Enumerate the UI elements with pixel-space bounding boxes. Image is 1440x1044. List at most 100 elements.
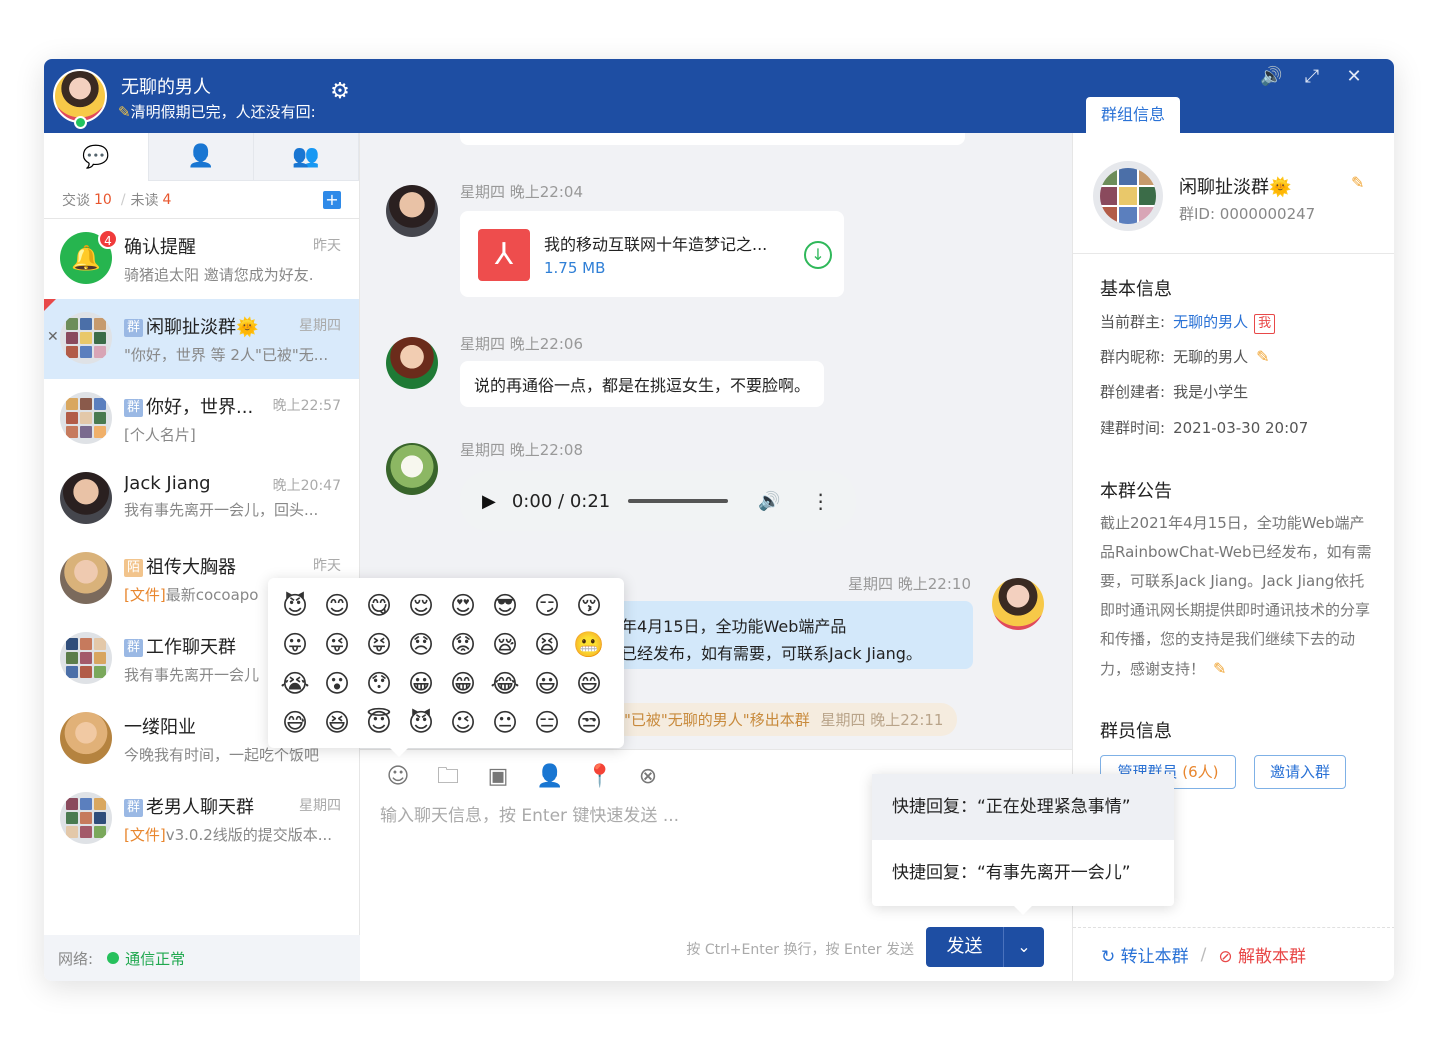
audio-player[interactable]: ▶ 0:00 / 0:21 🔊 ⋮ (460, 471, 856, 531)
emoji-item[interactable]: 😍 (442, 586, 484, 625)
emoji-item[interactable]: 😞 (400, 625, 442, 664)
network-label: 网络: (58, 949, 94, 968)
list-item[interactable]: 🔔 4 确认提醒 昨天 骑猪追太阳 邀请您成为好友. (44, 219, 359, 299)
edit-nick-icon[interactable]: ✎ (1256, 347, 1269, 366)
emoji-item[interactable]: 😈 (274, 586, 316, 625)
emoji-picker: 😈 😊 😋 😌 😍 😎 😏 😚 😛 😜 😝 😞 😟 😪 😫 😬 😭 😮 😯 😀 😁 😂 😃 😄 😅 😆 😇 😈 😉 😐 😑 😒 (268, 578, 624, 757)
avatar[interactable] (386, 337, 438, 389)
quick-reply-item[interactable]: 快捷回复：“正在处理紧急事情” (872, 774, 1174, 840)
emoji-item[interactable]: 😛 (274, 625, 316, 664)
emoji-item[interactable]: 😝 (358, 625, 400, 664)
emoji-item[interactable]: 😊 (316, 586, 358, 625)
emoji-item[interactable]: 😃 (526, 664, 568, 703)
emoji-item[interactable]: 😌 (400, 586, 442, 625)
owner-link[interactable]: 无聊的男人 (1173, 313, 1248, 331)
avatar[interactable] (386, 443, 438, 495)
tab-group-info[interactable]: 群组信息 (1086, 97, 1180, 133)
conversation-title: Jack Jiang (124, 473, 211, 494)
emoji-item[interactable]: 😄 (568, 664, 610, 703)
top-bar: 无聊的男人 ✎清明假期已完，人还没有回: ⚙ 🔊 ⤢ ✕ 群组信息 (44, 59, 1394, 133)
conversation-preview: 我有事先离开一会儿，回头... (124, 501, 319, 519)
emoji-item[interactable]: 😚 (568, 586, 610, 625)
emoji-item[interactable]: 😭 (274, 664, 316, 703)
emoji-item[interactable]: 😪 (484, 625, 526, 664)
emoji-item[interactable]: 😯 (358, 664, 400, 703)
close-circle-icon[interactable]: ⊗ (636, 765, 660, 789)
my-avatar[interactable] (53, 69, 107, 123)
emoji-item[interactable]: 😫 (526, 625, 568, 664)
avatar[interactable] (386, 185, 438, 237)
quick-reply-item[interactable]: 快捷回复：“有事先离开一会儿” (872, 840, 1174, 906)
edit-name-icon[interactable]: ✎ (1351, 173, 1364, 192)
chat-bubble-icon[interactable]: 💬 (44, 133, 149, 181)
quick-reply-menu: 快捷回复：“正在处理紧急事情” 快捷回复：“有事先离开一会儿” (872, 774, 1174, 915)
image-icon[interactable]: ▣ (486, 765, 510, 789)
edit-notice-icon[interactable]: ✎ (1213, 659, 1226, 678)
emoji-item[interactable]: 😟 (442, 625, 484, 664)
send-label[interactable]: 发送 (926, 927, 1004, 967)
group-tag: 群 (124, 399, 144, 417)
expand-icon[interactable]: ⤢ (1302, 67, 1322, 87)
created-value: 2021-03-30 20:07 (1173, 419, 1309, 437)
gear-icon[interactable]: ⚙ (328, 80, 352, 104)
text-bubble[interactable]: 说的再通俗一点，都是在挑逗女生，不要脸啊。 (460, 361, 825, 407)
emoji-item[interactable]: 😏 (526, 586, 568, 625)
smile-icon[interactable]: ☺ (386, 765, 410, 789)
file-bubble[interactable]: ⅄ 我的移动互联网十年造梦记之... 1.75 MB ↓ (460, 211, 844, 297)
emoji-item[interactable]: 😅 (274, 703, 316, 742)
input-toolbar: ☺ 🗀 ▣ 👤 📍 ⊗ (386, 765, 660, 789)
chevron-down-icon[interactable]: ⌄ (1004, 927, 1044, 967)
my-signature[interactable]: ✎清明假期已完，人还没有回: (118, 101, 328, 122)
audio-progress[interactable] (628, 499, 729, 503)
list-item[interactable]: Jack Jiang 晚上20:47 我有事先离开一会儿，回头... (44, 459, 359, 539)
emoji-item[interactable]: 😈 (400, 703, 442, 742)
emoji-item[interactable]: 😂 (484, 664, 526, 703)
group-avatar (1093, 161, 1163, 231)
emoji-item[interactable]: 😮 (316, 664, 358, 703)
emoji-item[interactable]: 😜 (316, 625, 358, 664)
speaker-icon[interactable]: 🔊 (1260, 67, 1282, 87)
invite-button[interactable]: 邀请入群 (1254, 755, 1346, 789)
emoji-item[interactable]: 😑 (526, 703, 568, 742)
location-pin-icon[interactable]: 📍 (586, 765, 613, 789)
previous-message-bubble (460, 133, 965, 145)
nickname-row: 群内昵称: 无聊的男人 ✎ (1100, 346, 1269, 367)
talk-count: 10 (94, 191, 112, 208)
more-icon[interactable]: ⋮ (811, 489, 831, 513)
emoji-item[interactable]: 😒 (568, 703, 610, 742)
list-item[interactable]: 群老男人聊天群 星期四 [文件]v3.0.2线版的提交版本... (44, 779, 359, 859)
system-notice: "已被"无聊的男人"移出本群 星期四 晚上22:11 (610, 703, 958, 736)
volume-icon[interactable]: 🔊 (758, 491, 780, 512)
emoji-item[interactable]: 😆 (316, 703, 358, 742)
conversation-time: 晚上20:47 (272, 478, 341, 494)
me-tag: 我 (1254, 314, 1276, 334)
avatar (60, 472, 112, 524)
contact-list-icon[interactable]: 👤 (149, 133, 254, 181)
actions-separator: / (1200, 944, 1207, 965)
my-message-avatar[interactable] (992, 578, 1044, 630)
transfer-group-button[interactable]: ↻ 转让本群 (1101, 942, 1189, 967)
list-item[interactable]: 群你好，世界... 晚上22:57 [个人名片] (44, 379, 359, 459)
close-icon[interactable]: ✕ (1344, 67, 1364, 87)
emoji-item[interactable]: 😁 (442, 664, 484, 703)
close-icon[interactable]: ✕ (47, 329, 59, 345)
emoji-item[interactable]: 😇 (358, 703, 400, 742)
emoji-item[interactable]: 😬 (568, 625, 610, 664)
send-button[interactable]: 发送 ⌄ (926, 927, 1044, 967)
dissolve-group-button[interactable]: ⊘ 解散本群 (1218, 942, 1306, 967)
folder-icon[interactable]: 🗀 (436, 765, 460, 789)
text-bubble[interactable]: 年4月15日，全功能Web端产品 已经发布，如有需要，可联系Jack Jiang… (605, 601, 973, 669)
list-item[interactable]: ✕ 群闲聊扯淡群🌞 星期四 "你好，世界 等 2人"已被"无... (44, 299, 359, 379)
emoji-item[interactable]: 😐 (484, 703, 526, 742)
emoji-item[interactable]: 😎 (484, 586, 526, 625)
send-hint: 按 Ctrl+Enter 换行，按 Enter 发送 (686, 942, 914, 958)
emoji-item[interactable]: 😀 (400, 664, 442, 703)
add-icon[interactable]: + (323, 190, 341, 209)
emoji-item[interactable]: 😋 (358, 586, 400, 625)
user-card-icon[interactable]: 👤 (536, 765, 563, 789)
play-icon[interactable]: ▶ (482, 491, 496, 512)
group-users-icon[interactable]: 👥 (254, 133, 359, 181)
message-time: 星期四 晚上22:08 (460, 441, 583, 459)
emoji-item[interactable]: 😉 (442, 703, 484, 742)
download-icon[interactable]: ↓ (804, 241, 832, 269)
